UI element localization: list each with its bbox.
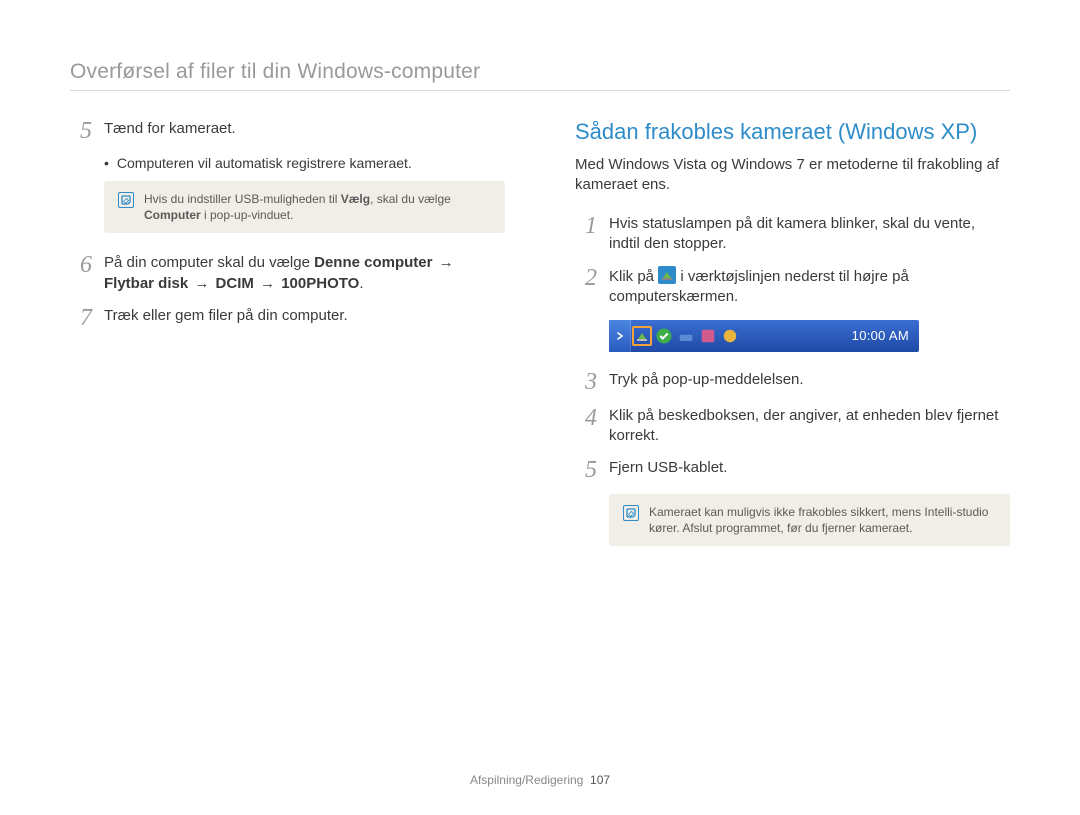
page-footer: Afspilning/Redigering 107 bbox=[0, 773, 1080, 787]
note-text: Hvis du indstiller USB-muligheden til Væ… bbox=[144, 191, 491, 223]
step-number: 4 bbox=[575, 406, 597, 430]
step-text: Fjern USB-kablet. bbox=[609, 458, 1010, 478]
step-text: Tryk på pop-up-meddelelsen. bbox=[609, 370, 1010, 390]
step-text: Træk eller gem filer på din computer. bbox=[104, 306, 505, 326]
columns: 5 Tænd for kameraet. • Computeren vil au… bbox=[70, 119, 1010, 566]
step-number: 7 bbox=[70, 306, 92, 330]
bullet-dot-icon: • bbox=[104, 155, 109, 171]
arrow-icon: → bbox=[258, 274, 277, 294]
step-5: 5 Tænd for kameraet. bbox=[70, 119, 505, 143]
sub-bullet: • Computeren vil automatisk registrere k… bbox=[104, 155, 505, 171]
right-step-5: 5 Fjern USB-kablet. bbox=[575, 458, 1010, 482]
step-text: På din computer skal du vælge Denne comp… bbox=[104, 253, 505, 294]
tray-icon bbox=[654, 326, 674, 346]
right-step-3: 3 Tryk på pop-up-meddelelsen. bbox=[575, 370, 1010, 394]
section-title: Sådan frakobles kameraet (Windows XP) bbox=[575, 119, 1010, 145]
page-header-title: Overførsel af filer til din Windows-comp… bbox=[70, 60, 1010, 90]
step-number: 5 bbox=[70, 119, 92, 143]
arrow-icon: → bbox=[192, 274, 211, 294]
tray-expand-icon bbox=[609, 320, 631, 352]
step-text: Tænd for kameraet. bbox=[104, 119, 505, 139]
right-step-4: 4 Klik på beskedboksen, der angiver, at … bbox=[575, 406, 1010, 447]
tray-clock: 10:00 AM bbox=[852, 328, 909, 343]
arrow-icon: → bbox=[437, 253, 456, 273]
step-text: Hvis statuslampen på dit kamera blinker,… bbox=[609, 214, 1010, 255]
note-icon bbox=[118, 192, 134, 208]
sub-bullet-text: Computeren vil automatisk registrere kam… bbox=[117, 155, 412, 171]
step-number: 2 bbox=[575, 266, 597, 290]
footer-section: Afspilning/Redigering bbox=[470, 773, 583, 787]
note-box: Kameraet kan muligvis ikke frakobles sik… bbox=[609, 494, 1010, 546]
note-icon bbox=[623, 505, 639, 521]
tray-icon bbox=[720, 326, 740, 346]
left-column: 5 Tænd for kameraet. • Computeren vil au… bbox=[70, 119, 505, 566]
system-tray-illustration: 10:00 AM bbox=[609, 320, 919, 352]
right-step-1: 1 Hvis statuslampen på dit kamera blinke… bbox=[575, 214, 1010, 255]
step-text: Klik på i værktøjslinjen nederst til høj… bbox=[609, 266, 1010, 308]
page-number: 107 bbox=[590, 773, 610, 787]
step-text: Klik på beskedboksen, der angiver, at en… bbox=[609, 406, 1010, 447]
note-text: Kameraet kan muligvis ikke frakobles sik… bbox=[649, 504, 996, 536]
right-column: Sådan frakobles kameraet (Windows XP) Me… bbox=[575, 119, 1010, 566]
note-box: Hvis du indstiller USB-muligheden til Væ… bbox=[104, 181, 505, 233]
tray-icon bbox=[676, 326, 696, 346]
safely-remove-hardware-icon bbox=[658, 266, 676, 284]
header-rule bbox=[70, 90, 1010, 91]
safely-remove-hardware-tray-icon bbox=[632, 326, 652, 346]
tray-icon bbox=[698, 326, 718, 346]
step-number: 5 bbox=[575, 458, 597, 482]
step-6: 6 På din computer skal du vælge Denne co… bbox=[70, 253, 505, 294]
manual-page: Overførsel af filer til din Windows-comp… bbox=[0, 0, 1080, 815]
step-7: 7 Træk eller gem filer på din computer. bbox=[70, 306, 505, 330]
step-number: 6 bbox=[70, 253, 92, 277]
section-intro: Med Windows Vista og Windows 7 er metode… bbox=[575, 155, 1010, 196]
right-step-2: 2 Klik på i værktøjslinjen nederst til h… bbox=[575, 266, 1010, 308]
step-number: 1 bbox=[575, 214, 597, 238]
step-number: 3 bbox=[575, 370, 597, 394]
